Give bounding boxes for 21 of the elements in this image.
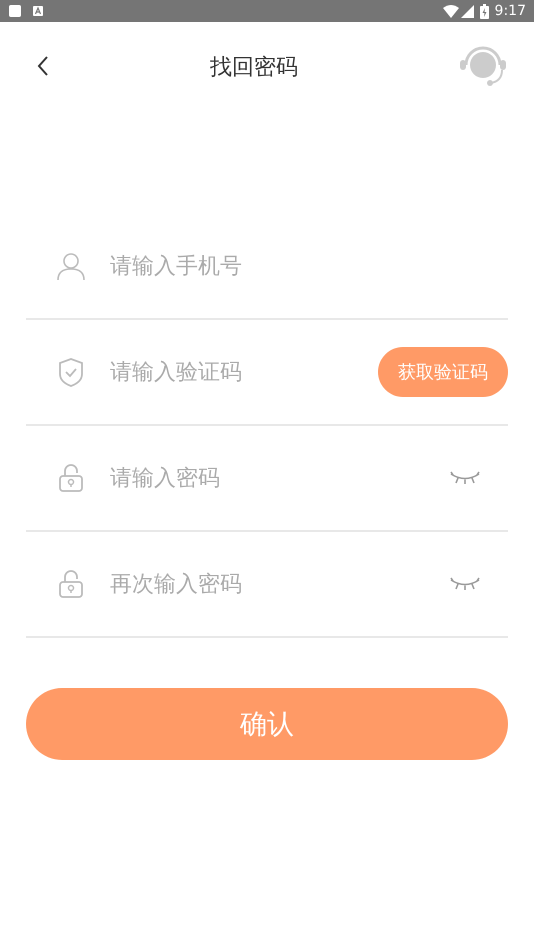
shield-check-icon	[58, 357, 84, 387]
headset-icon[interactable]	[458, 45, 508, 87]
password-field[interactable]: 再次输入密码	[108, 570, 450, 598]
confirm-button[interactable]: 确认	[26, 688, 508, 760]
keyboard-notification-icon	[32, 5, 44, 17]
code-field[interactable]: 请输入验证码	[108, 358, 378, 386]
lock-icon	[58, 569, 84, 599]
lock-icon	[58, 463, 84, 493]
signal-icon	[460, 4, 474, 18]
wifi-icon	[442, 4, 459, 18]
back-icon[interactable]	[36, 55, 50, 77]
closed-eye-icon[interactable]	[450, 577, 480, 591]
get-code-button[interactable]: 获取验证码	[378, 347, 508, 397]
phone-field[interactable]: 请输入手机号	[108, 252, 508, 280]
closed-eye-icon[interactable]	[450, 471, 480, 485]
app-notification-icon	[8, 4, 22, 18]
password-field[interactable]: 请输入密码	[108, 464, 450, 492]
status-time: 9:17	[494, 3, 526, 19]
battery-icon	[480, 4, 489, 18]
page-title: 找回密码	[210, 54, 298, 82]
user-icon	[56, 251, 86, 281]
